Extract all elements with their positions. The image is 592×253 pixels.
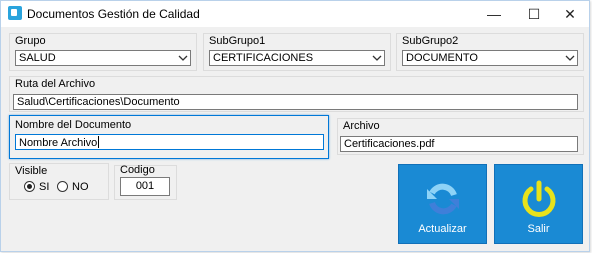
subgrupo1-label: SubGrupo1 bbox=[209, 35, 266, 47]
visible-si-radio[interactable] bbox=[24, 181, 35, 192]
nombre-label: Nombre del Documento bbox=[15, 119, 132, 131]
visible-no-radio[interactable] bbox=[57, 181, 68, 192]
subgrupo2-select[interactable]: DOCUMENTO bbox=[402, 50, 578, 66]
close-button[interactable]: ✕ bbox=[553, 1, 587, 27]
actualizar-label: Actualizar bbox=[418, 223, 467, 235]
grupo-select[interactable]: SALUD bbox=[15, 50, 191, 66]
chevron-down-icon bbox=[178, 55, 188, 61]
chevron-down-icon bbox=[565, 55, 575, 61]
chevron-down-icon bbox=[372, 55, 382, 61]
visible-label: Visible bbox=[15, 165, 48, 177]
title-bar[interactable]: Documentos Gestión de Calidad — ☐ ✕ bbox=[1, 1, 589, 27]
window-title: Documentos Gestión de Calidad bbox=[27, 7, 200, 21]
codigo-field[interactable]: 001 bbox=[120, 177, 170, 196]
subgrupo1-select[interactable]: CERTIFICACIONES bbox=[209, 50, 385, 66]
document-app-icon bbox=[8, 6, 22, 20]
visible-no-label[interactable]: NO bbox=[72, 181, 89, 193]
minimize-button[interactable]: — bbox=[477, 1, 511, 27]
visible-si-label[interactable]: SI bbox=[39, 181, 49, 193]
archivo-value: Certificaciones.pdf bbox=[344, 138, 435, 150]
codigo-value: 001 bbox=[135, 180, 155, 192]
refresh-icon bbox=[426, 183, 459, 215]
grupo-value: SALUD bbox=[19, 52, 56, 64]
codigo-label: Codigo bbox=[120, 164, 155, 176]
text-caret bbox=[98, 136, 100, 148]
subgrupo2-label: SubGrupo2 bbox=[402, 35, 459, 47]
ruta-field[interactable]: Salud\Certificaciones\Documento bbox=[13, 94, 578, 110]
salir-button[interactable]: Salir bbox=[494, 164, 583, 244]
subgrupo2-value: DOCUMENTO bbox=[406, 52, 478, 64]
nombre-field[interactable]: Nombre Archivo bbox=[15, 134, 324, 150]
ruta-value: Salud\Certificaciones\Documento bbox=[17, 96, 180, 108]
maximize-button[interactable]: ☐ bbox=[517, 1, 551, 27]
salir-label: Salir bbox=[527, 223, 550, 235]
nombre-value-wrap: Nombre Archivo bbox=[19, 136, 100, 150]
app-window: Documentos Gestión de Calidad — ☐ ✕ Grup… bbox=[0, 0, 590, 252]
grupo-label: Grupo bbox=[15, 35, 46, 47]
nombre-value: Nombre Archivo bbox=[19, 137, 98, 149]
power-icon bbox=[522, 180, 555, 217]
archivo-label: Archivo bbox=[343, 120, 380, 132]
actualizar-button[interactable]: Actualizar bbox=[398, 164, 487, 244]
archivo-field[interactable]: Certificaciones.pdf bbox=[340, 136, 578, 152]
subgrupo1-value: CERTIFICACIONES bbox=[213, 52, 314, 64]
ruta-label: Ruta del Archivo bbox=[15, 78, 96, 90]
